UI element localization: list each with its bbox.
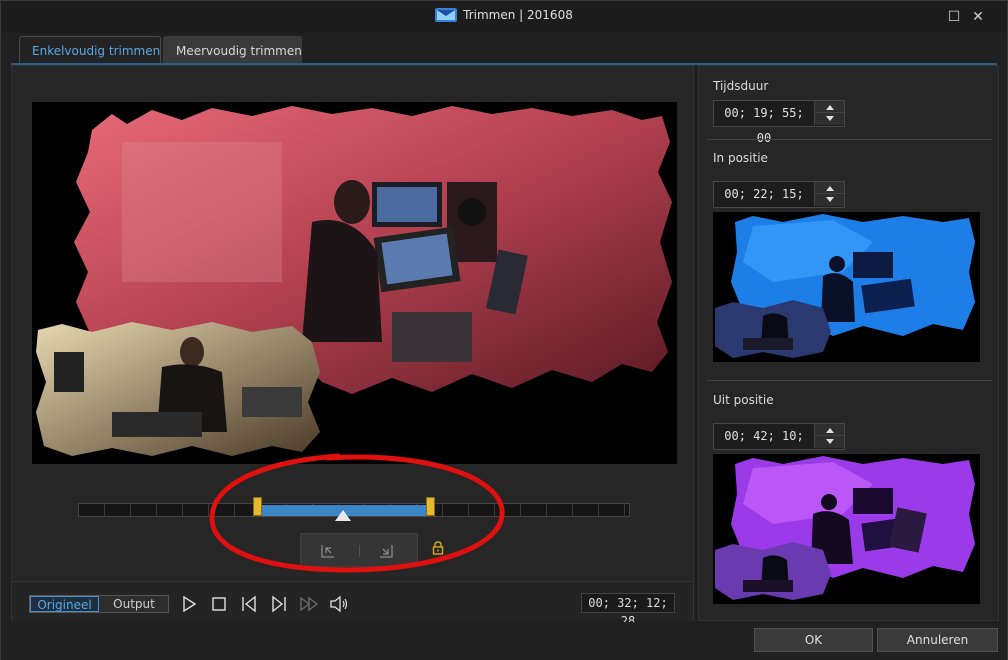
in-position-thumbnail [713,212,980,362]
video-preview[interactable] [32,102,677,464]
mark-in-icon[interactable] [319,543,337,559]
trim-timeline[interactable] [78,497,630,521]
out-marker-handle[interactable] [426,497,435,516]
tab-single-trim[interactable]: Enkelvoudig trimmen [19,36,161,64]
duration-value[interactable]: 00; 19; 55; 00 [714,101,814,145]
next-frame-icon[interactable] [269,594,289,614]
duration-label: Tijdsduur [713,79,769,93]
maximize-button[interactable]: ☐ [946,9,962,25]
arrow-down-icon [826,197,834,202]
out-decrement-button[interactable] [814,436,844,448]
stop-icon[interactable] [209,594,229,614]
in-thumbnail-frame [713,212,980,362]
out-increment-button[interactable] [814,424,844,436]
arrow-up-icon [826,186,834,191]
previous-frame-icon[interactable] [239,594,259,614]
arrow-down-icon [826,439,834,444]
in-position-value[interactable]: 00; 22; 15; 13 [714,182,814,226]
fast-forward-icon [300,596,319,612]
title-area: Trimmen | 201608 [1,8,1007,22]
arrow-up-icon [826,428,834,433]
video-frame [32,102,677,464]
mark-out-icon[interactable] [377,543,395,559]
arrow-up-icon [826,105,834,110]
in-marker-handle[interactable] [252,497,262,516]
current-timecode: 00; 32; 12; 28 [581,593,675,628]
duration-decrement-button[interactable] [814,113,844,125]
app-logo-icon [435,8,458,22]
cancel-button[interactable]: Annuleren [877,628,998,652]
play-icon[interactable] [179,594,199,614]
view-mode-switch: Origineel Output [29,595,169,613]
out-thumbnail-frame [713,454,980,604]
trim-info-panel: Tijdsduur 00; 19; 55; 00 In positie 00; … [698,65,999,621]
lock-icon[interactable] [432,541,444,555]
tab-multi-trim[interactable]: Meervoudig trimmen [163,36,302,64]
section-divider [707,380,992,381]
title-bar: Trimmen | 201608 ☐ ✕ [1,1,1007,33]
ok-button[interactable]: OK [754,628,873,652]
out-position-field[interactable]: 00; 42; 10; 13 [713,423,845,468]
volume-icon[interactable] [329,594,349,614]
out-position-value[interactable]: 00; 42; 10; 13 [714,424,814,468]
in-decrement-button[interactable] [814,194,844,206]
in-increment-button[interactable] [814,182,844,194]
dialog-footer: OK Annuleren [1,622,1007,660]
trim-dialog: Trimmen | 201608 ☐ ✕ Enkelvoudig trimmen… [0,0,1008,660]
in-position-field[interactable]: 00; 22; 15; 13 [713,181,845,226]
preview-panel: Origineel Output 00; 32; 12; 28 [11,65,694,628]
playhead-handle[interactable] [335,510,351,521]
window-title: Trimmen | 201608 [463,8,573,22]
section-divider [707,139,992,140]
mode-original-button[interactable]: Origineel [30,596,99,612]
arrow-down-icon [826,116,834,121]
mark-separator [359,545,360,557]
out-position-label: Uit positie [713,393,774,407]
playback-controls: Origineel Output 00; 32; 12; 28 [12,581,693,628]
out-position-thumbnail [713,454,980,604]
duration-field[interactable]: 00; 19; 55; 00 [713,100,845,145]
mark-buttons [300,533,418,567]
mode-output-button[interactable]: Output [100,596,168,612]
duration-increment-button[interactable] [814,101,844,113]
in-position-label: In positie [713,151,768,165]
close-button[interactable]: ✕ [970,9,986,25]
